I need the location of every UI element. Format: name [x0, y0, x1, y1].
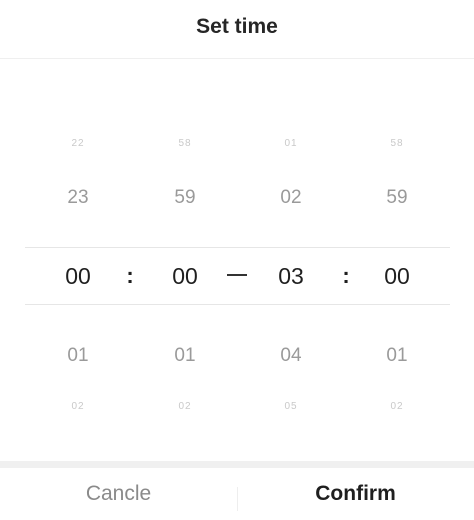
end-hour-wheel[interactable]: 01 02 03 04 05 — [246, 59, 336, 461]
dialog-footer: Cancle Confirm — [0, 468, 474, 520]
start-hour-option[interactable]: 23 — [33, 188, 123, 207]
start-minute-option[interactable]: 58 — [140, 139, 230, 149]
start-minute-wheel[interactable]: 58 59 00 01 02 — [140, 59, 230, 461]
dash-icon — [227, 274, 247, 276]
end-hour-selected[interactable]: 03 — [246, 265, 336, 288]
end-hour-option[interactable]: 05 — [246, 402, 336, 412]
end-minute-option[interactable]: 01 — [352, 346, 442, 365]
start-hour-wheel[interactable]: 22 23 00 01 02 — [33, 59, 123, 461]
start-minute-option[interactable]: 02 — [140, 402, 230, 412]
footer-separator — [0, 461, 474, 468]
dialog-title: Set time — [196, 15, 278, 38]
time-range-picker: 22 23 00 01 02 : 58 59 00 01 02 01 02 03… — [0, 59, 474, 461]
end-minute-option[interactable]: 58 — [352, 139, 442, 149]
start-hour-option[interactable]: 22 — [33, 139, 123, 149]
end-hour-option[interactable]: 04 — [246, 346, 336, 365]
end-hour-option[interactable]: 02 — [246, 188, 336, 207]
start-minute-selected[interactable]: 00 — [140, 265, 230, 288]
start-minute-option[interactable]: 01 — [140, 346, 230, 365]
end-minute-wheel[interactable]: 58 59 00 01 02 — [352, 59, 442, 461]
confirm-button[interactable]: Confirm — [237, 468, 474, 520]
start-hour-option[interactable]: 01 — [33, 346, 123, 365]
start-minute-option[interactable]: 59 — [140, 188, 230, 207]
end-hour-option[interactable]: 01 — [246, 139, 336, 149]
end-minute-option[interactable]: 59 — [352, 188, 442, 207]
start-time-colon: : — [126, 263, 134, 288]
start-hour-selected[interactable]: 00 — [33, 265, 123, 288]
cancel-button[interactable]: Cancle — [0, 468, 237, 520]
end-minute-option[interactable]: 02 — [352, 402, 442, 412]
start-hour-option[interactable]: 02 — [33, 402, 123, 412]
dialog-header: Set time — [0, 0, 474, 59]
end-minute-selected[interactable]: 00 — [352, 265, 442, 288]
